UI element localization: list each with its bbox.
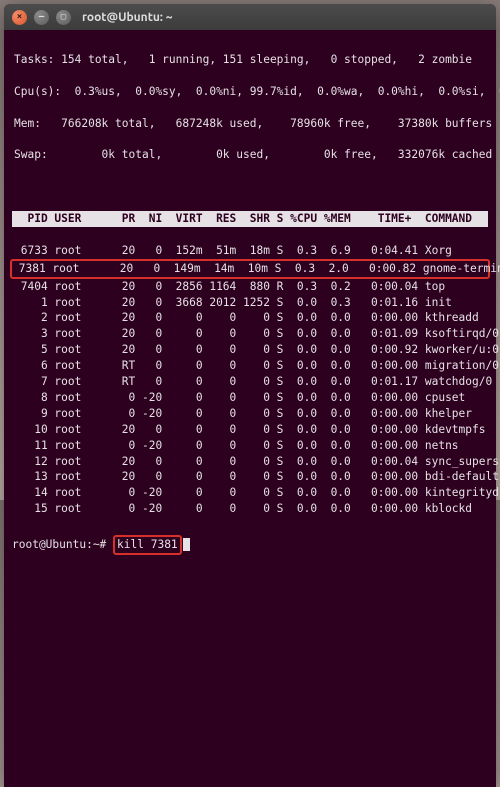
process-row: 9 root 0 -20 0 0 0 S 0.0 0.0 0:00.00 khe… xyxy=(12,406,488,422)
minimize-icon[interactable]: – xyxy=(34,10,49,25)
window-title: root@Ubuntu: ~ xyxy=(82,11,172,24)
process-list: 6733 root 20 0 152m 51m 18m S 0.3 6.9 0:… xyxy=(12,243,488,517)
process-row: 12 root 20 0 0 0 0 S 0.0 0.0 0:00.04 syn… xyxy=(12,454,488,470)
process-row: 10 root 20 0 0 0 0 S 0.0 0.0 0:00.00 kde… xyxy=(12,422,488,438)
close-icon[interactable]: × xyxy=(12,10,27,25)
summary-tasks: Tasks: 154 total, 1 running, 151 sleepin… xyxy=(12,52,488,68)
process-row: 6733 root 20 0 152m 51m 18m S 0.3 6.9 0:… xyxy=(12,243,488,259)
terminal-body[interactable]: Tasks: 154 total, 1 running, 151 sleepin… xyxy=(4,30,496,787)
columns-header: PID USER PR NI VIRT RES SHR S %CPU %MEM … xyxy=(12,211,488,227)
summary-swap: Swap: 0k total, 0k used, 0k free, 332076… xyxy=(12,147,488,163)
process-row: 11 root 0 -20 0 0 0 S 0.0 0.0 0:00.00 ne… xyxy=(12,438,488,454)
command-input[interactable]: kill 7381 xyxy=(113,535,182,555)
process-row: 14 root 0 -20 0 0 0 S 0.0 0.0 0:00.00 ki… xyxy=(12,485,488,501)
summary-mem: Mem: 766208k total, 687248k used, 78960k… xyxy=(12,116,488,132)
process-row: 8 root 0 -20 0 0 0 S 0.0 0.0 0:00.00 cpu… xyxy=(12,390,488,406)
process-row: 15 root 0 -20 0 0 0 S 0.0 0.0 0:00.00 kb… xyxy=(12,501,488,517)
maximize-icon[interactable]: ▢ xyxy=(56,10,71,25)
summary-cpu: Cpu(s): 0.3%us, 0.0%sy, 0.0%ni, 99.7%id,… xyxy=(12,84,488,100)
process-row: 13 root 20 0 0 0 0 S 0.0 0.0 0:00.00 bdi… xyxy=(12,469,488,485)
process-row: 2 root 20 0 0 0 0 S 0.0 0.0 0:00.00 kthr… xyxy=(12,310,488,326)
process-row-highlighted: 7381 root 20 0 149m 14m 10m S 0.3 2.0 0:… xyxy=(10,259,490,279)
prompt-line[interactable]: root@Ubuntu:~# kill 7381 xyxy=(12,535,488,555)
titlebar[interactable]: × – ▢ root@Ubuntu: ~ xyxy=(4,4,496,30)
process-row: 7 root RT 0 0 0 0 S 0.0 0.0 0:01.17 watc… xyxy=(12,374,488,390)
blank-line xyxy=(12,179,488,195)
process-row: 1 root 20 0 3668 2012 1252 S 0.0 0.3 0:0… xyxy=(12,295,488,311)
cursor-icon xyxy=(183,538,190,551)
process-row: 6 root RT 0 0 0 0 S 0.0 0.0 0:00.00 migr… xyxy=(12,358,488,374)
terminal-window: × – ▢ root@Ubuntu: ~ Tasks: 154 total, 1… xyxy=(4,4,496,787)
prompt: root@Ubuntu:~# xyxy=(12,538,113,551)
process-row: 5 root 20 0 0 0 0 S 0.0 0.0 0:00.92 kwor… xyxy=(12,342,488,358)
process-row: 7404 root 20 0 2856 1164 880 R 0.3 0.2 0… xyxy=(12,279,488,295)
process-row: 3 root 20 0 0 0 0 S 0.0 0.0 0:01.09 ksof… xyxy=(12,326,488,342)
